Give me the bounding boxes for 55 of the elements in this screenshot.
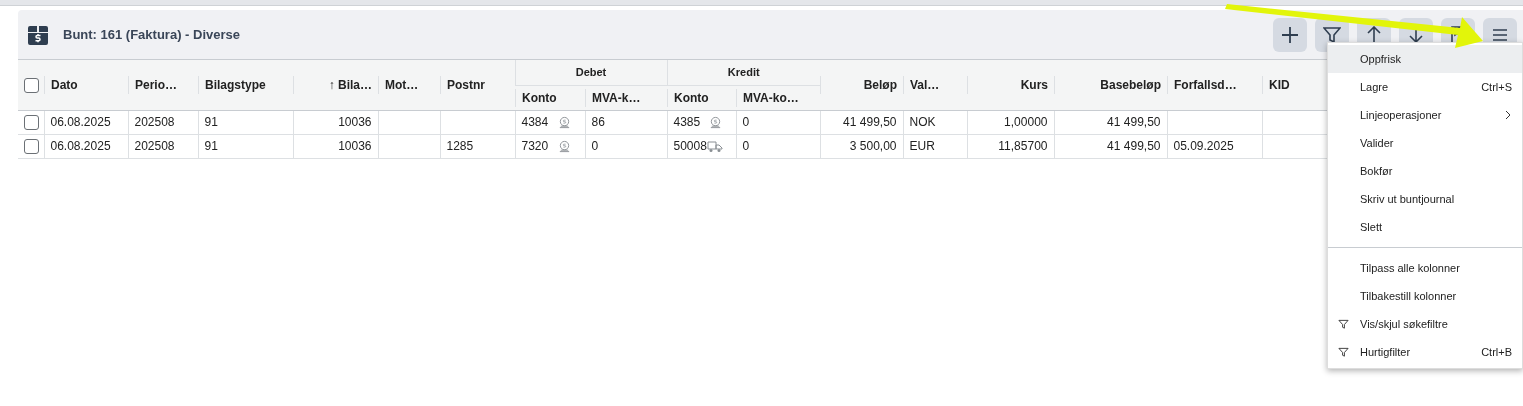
table-cell: 202508 bbox=[134, 115, 175, 129]
table-cell: 06.08.2025 bbox=[50, 139, 111, 153]
menu-item[interactable]: Hurtigfilter Ctrl+B bbox=[1328, 338, 1522, 366]
table-cell: 10036 bbox=[338, 139, 372, 153]
table-cell: 0 bbox=[742, 115, 750, 129]
menu-item[interactable]: Skriv ut buntjournal bbox=[1328, 185, 1522, 213]
column-header[interactable]: Mot… bbox=[378, 75, 440, 94]
column-header[interactable]: Postnr bbox=[440, 75, 515, 94]
table-cell: 10036 bbox=[338, 115, 372, 129]
menu-item[interactable]: Bokfør bbox=[1328, 157, 1522, 185]
table-cell: 91 bbox=[204, 139, 218, 153]
table-cell: 41 499,50 bbox=[1107, 115, 1161, 129]
table-cell-text: 4385 bbox=[673, 114, 701, 131]
menu-item[interactable]: Tilpass alle kolonner bbox=[1328, 254, 1522, 282]
column-header[interactable]: MVA-ko… bbox=[736, 88, 820, 107]
table-cell: 41 499,50 bbox=[1107, 139, 1161, 153]
menu-item[interactable]: Valider bbox=[1328, 129, 1522, 157]
table-cell: 3 500,00 bbox=[849, 139, 897, 153]
table-cell: 202508 bbox=[134, 139, 175, 153]
menu-item[interactable]: Lagre Ctrl+S bbox=[1328, 73, 1522, 101]
menu-item[interactable]: Slett bbox=[1328, 213, 1522, 241]
column-group-header: Debet bbox=[575, 66, 607, 78]
menu-item[interactable]: Tilbakestill kolonner bbox=[1328, 282, 1522, 310]
menu-item[interactable]: Linjeoperasjoner bbox=[1328, 101, 1522, 129]
menu-item[interactable]: Vis/skjul søkefiltre bbox=[1328, 310, 1522, 338]
menu-item[interactable]: Oppfrisk bbox=[1328, 45, 1522, 73]
column-header[interactable]: Val… bbox=[903, 75, 967, 94]
column-header[interactable]: MVA-k… bbox=[585, 88, 667, 107]
column-header[interactable]: Basebeløp bbox=[1054, 75, 1167, 94]
panel-title: Bunt: 161 (Faktura) - Diverse bbox=[63, 25, 240, 44]
table-cell: 0 bbox=[591, 139, 599, 153]
column-header[interactable]: Konto bbox=[667, 88, 736, 107]
table-cell: 86 bbox=[591, 115, 605, 129]
column-header[interactable]: ↑ Bila… bbox=[293, 75, 378, 94]
table-cell-text: 4384 bbox=[521, 114, 549, 131]
table-cell: 06.08.2025 bbox=[50, 115, 111, 129]
table-cell: 11,85700 bbox=[998, 139, 1048, 153]
table-cell: NOK bbox=[909, 115, 936, 129]
table-cell: 0 bbox=[742, 139, 750, 153]
column-header[interactable]: Forfallsd… bbox=[1167, 75, 1262, 94]
table-cell-text: 7320 bbox=[521, 138, 549, 155]
column-header[interactable]: Dato bbox=[44, 75, 128, 94]
column-header[interactable]: Bilagstype bbox=[198, 75, 293, 94]
table-cell: 1285 bbox=[446, 139, 474, 153]
column-header[interactable]: Perio… bbox=[128, 75, 198, 94]
table-cell-text: 50008 bbox=[673, 138, 707, 155]
column-header[interactable]: Kurs bbox=[967, 75, 1054, 94]
column-header[interactable]: Beløp bbox=[820, 75, 903, 94]
column-header[interactable]: Konto bbox=[515, 88, 585, 107]
table-cell: 1,00000 bbox=[1004, 115, 1048, 129]
table-cell: 91 bbox=[204, 115, 218, 129]
table-cell: 05.09.2025 bbox=[1173, 139, 1234, 153]
table-cell: 41 499,50 bbox=[843, 115, 897, 129]
column-group-header: Kredit bbox=[727, 66, 760, 78]
table-cell: EUR bbox=[909, 139, 935, 153]
